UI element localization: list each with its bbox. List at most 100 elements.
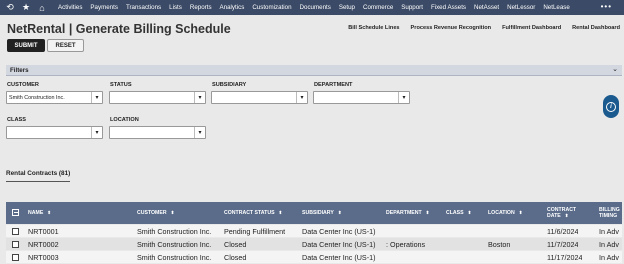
column-header-location[interactable]: LOCATION ⬍	[488, 210, 523, 216]
column-header-billing-timing[interactable]: BILLING TIMING	[599, 207, 620, 219]
cell-name[interactable]: NRT0002	[28, 240, 59, 249]
page-title: NetRental | Generate Billing Schedule	[7, 22, 231, 36]
info-widget-button[interactable]: i	[603, 95, 619, 118]
link-rental-dashboard[interactable]: Rental Dashboard	[572, 25, 620, 31]
tab-underline	[6, 181, 70, 182]
column-header-customer-label: CUSTOMER	[137, 210, 167, 216]
nav-item-commerce[interactable]: Commerce	[359, 4, 397, 11]
cell-billing-timing: In Adv	[599, 253, 619, 262]
nav-item-customization[interactable]: Customization	[248, 4, 295, 11]
cell-billing-timing: In Adv	[599, 227, 619, 236]
table-row[interactable]: NRT0001 Smith Construction Inc. Pending …	[6, 225, 622, 237]
cell-subsidiary: Data Center Inc (US-1)	[302, 240, 376, 249]
location-label: LOCATION	[110, 117, 139, 123]
select-all-checkbox[interactable]	[12, 209, 19, 216]
subsidiary-label: SUBSIDIARY	[212, 82, 247, 88]
nav-item-analytics[interactable]: Analytics	[216, 4, 249, 11]
table-row[interactable]: NRT0003 Smith Construction Inc. Closed D…	[6, 251, 622, 263]
department-label: DEPARTMENT	[314, 82, 353, 88]
cell-name[interactable]: NRT0003	[28, 253, 59, 262]
cell-name[interactable]: NRT0001	[28, 227, 59, 236]
column-header-subsidiary[interactable]: SUBSIDIARY ⬍	[302, 210, 342, 216]
cell-contract-date: 11/17/2024	[547, 253, 583, 262]
cell-customer: Smith Construction Inc.	[137, 227, 212, 236]
header-links: Bill Schedule Lines Process Revenue Reco…	[337, 25, 620, 31]
column-header-contract-date-line2: DATE	[547, 213, 561, 219]
nav-item-reports[interactable]: Reports	[186, 4, 216, 11]
star-icon[interactable]: ★	[20, 0, 32, 15]
table-row[interactable]: NRT0002 Smith Construction Inc. Closed D…	[6, 238, 622, 250]
submit-button[interactable]: SUBMIT	[7, 39, 45, 52]
class-label: CLASS	[7, 117, 26, 123]
sort-icon: ⬍	[518, 210, 523, 215]
row-checkbox[interactable]	[12, 228, 19, 235]
column-header-subsidiary-label: SUBSIDIARY	[302, 210, 334, 216]
nav-item-lists[interactable]: Lists	[165, 4, 186, 11]
nav-item-transactions[interactable]: Transactions	[122, 4, 165, 11]
customer-select[interactable]: Smith Construction Inc. ▾	[6, 91, 103, 104]
link-process-revenue-recognition[interactable]: Process Revenue Recognition	[411, 25, 492, 31]
chevron-down-icon[interactable]: ⌄	[612, 65, 618, 73]
link-fulfillment-dashboard[interactable]: Fulfillment Dashboard	[502, 25, 561, 31]
customer-label: CUSTOMER	[7, 82, 39, 88]
column-header-status[interactable]: CONTRACT STATUS ⬍	[224, 210, 282, 216]
column-header-status-label: CONTRACT STATUS	[224, 210, 275, 216]
nav-item-support[interactable]: Support	[397, 4, 427, 11]
column-header-contract-date[interactable]: CONTRACT DATE ⬍	[547, 207, 576, 219]
cell-billing-timing: In Adv	[599, 240, 619, 249]
sort-icon: ⬍	[278, 210, 283, 215]
cell-status: Closed	[224, 240, 247, 249]
link-bill-schedule-lines[interactable]: Bill Schedule Lines	[348, 25, 399, 31]
table-header: NAME ⬍ CUSTOMER ⬍ CONTRACT STATUS ⬍ SUBSIDI…	[6, 202, 622, 224]
sort-icon: ⬍	[425, 210, 430, 215]
column-header-class[interactable]: CLASS ⬍	[446, 210, 471, 216]
nav-item-netlessor[interactable]: NetLessor	[503, 4, 539, 11]
row-checkbox[interactable]	[12, 241, 19, 248]
reset-button[interactable]: RESET	[47, 39, 84, 52]
status-select[interactable]: ▾	[109, 91, 206, 104]
info-icon: i	[606, 101, 616, 112]
nav-item-setup[interactable]: Setup	[335, 4, 359, 11]
customer-select-value: Smith Construction Inc.	[9, 95, 65, 101]
column-header-name-label: NAME	[28, 210, 44, 216]
row-checkbox[interactable]	[12, 254, 19, 261]
nav-item-fixed-assets[interactable]: Fixed Assets	[427, 4, 470, 11]
dropdown-arrow-icon: ▾	[296, 92, 307, 103]
nav-item-netlease[interactable]: NetLease	[539, 4, 574, 11]
dropdown-arrow-icon: ▾	[398, 92, 409, 103]
nav-item-documents[interactable]: Documents	[296, 4, 335, 11]
nav-menu: Activities Payments Transactions Lists R…	[54, 4, 574, 11]
location-select[interactable]: ▾	[109, 126, 206, 139]
cell-status: Closed	[224, 253, 247, 262]
sort-icon: ⬍	[47, 210, 52, 215]
sort-icon: ⬍	[170, 210, 175, 215]
subsidiary-select[interactable]: ▾	[211, 91, 308, 104]
column-header-customer[interactable]: CUSTOMER ⬍	[137, 210, 174, 216]
dropdown-arrow-icon: ▾	[194, 92, 205, 103]
nav-item-netasset[interactable]: NetAsset	[470, 4, 503, 11]
home-icon[interactable]: ⌂	[36, 0, 48, 15]
column-header-department[interactable]: DEPARTMENT ⬍	[386, 210, 430, 216]
cell-subsidiary: Data Center Inc (US-1)	[302, 253, 376, 262]
class-select[interactable]: ▾	[6, 126, 103, 139]
dropdown-arrow-icon: ▾	[194, 127, 205, 138]
nav-item-payments[interactable]: Payments	[86, 4, 122, 11]
sort-icon: ⬍	[564, 213, 569, 218]
department-select[interactable]: ▾	[313, 91, 410, 104]
history-icon[interactable]: ⟲	[4, 0, 16, 15]
sort-icon: ⬍	[337, 210, 342, 215]
nav-item-activities[interactable]: Activities	[54, 4, 86, 11]
cell-contract-date: 11/7/2024	[547, 240, 579, 249]
column-header-location-label: LOCATION	[488, 210, 515, 216]
more-menu-icon[interactable]: •••	[601, 2, 612, 11]
tab-rental-contracts[interactable]: Rental Contracts (81)	[6, 170, 70, 177]
cell-subsidiary: Data Center Inc (US-1)	[302, 227, 376, 236]
filters-header[interactable]: Filters ⌄	[6, 65, 622, 76]
sort-icon: ⬍	[467, 210, 472, 215]
cell-location: Boston	[488, 240, 511, 249]
status-label: STATUS	[110, 82, 132, 88]
cell-status: Pending Fulfillment	[224, 227, 286, 236]
column-header-name[interactable]: NAME ⬍	[28, 210, 51, 216]
filters-title: Filters	[10, 67, 29, 74]
dropdown-arrow-icon: ▾	[91, 127, 102, 138]
